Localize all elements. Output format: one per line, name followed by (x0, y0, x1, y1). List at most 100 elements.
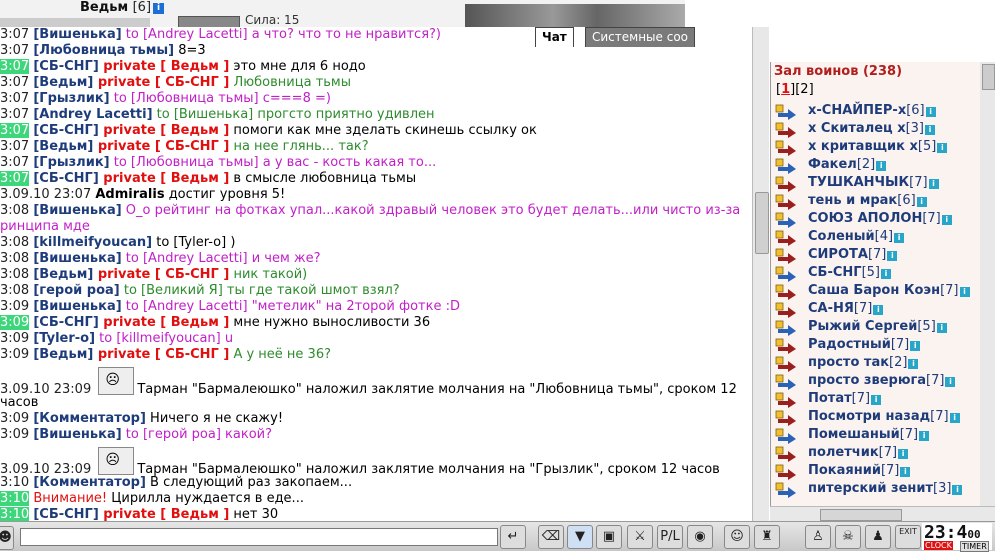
player-list-hscrollbar[interactable] (770, 506, 995, 521)
chat-nick[interactable]: [СБ-СНГ] (33, 59, 98, 74)
player-name[interactable]: x критавщик x[5] i (808, 139, 948, 154)
attack-arrow-icon[interactable] (775, 464, 797, 480)
info-icon[interactable]: i (153, 3, 165, 14)
attack-arrow-icon[interactable] (775, 320, 797, 336)
player-name[interactable]: Факел[2] i (808, 157, 887, 172)
attack-arrow-icon[interactable] (775, 176, 797, 192)
private-tag[interactable]: private [ Ведьм ] (99, 123, 229, 138)
player-name[interactable]: Рыжий Сергей[5] i (808, 319, 947, 334)
users-icon[interactable]: ♟ (865, 525, 891, 549)
player-info-icon[interactable]: i (928, 179, 939, 189)
chat-nick[interactable]: [Комментатор] (33, 475, 146, 490)
player-info-icon[interactable]: i (876, 161, 887, 171)
tab-chat[interactable]: Чат (535, 27, 574, 47)
player-name[interactable]: Соленый[4] i (808, 229, 905, 244)
player-name[interactable]: СОЮЗ АПОЛОН[7] i (808, 211, 952, 226)
eraser-icon[interactable]: ⌫ (538, 525, 564, 549)
chat-nick[interactable]: [Вишенька] (33, 251, 121, 266)
page-1-link[interactable]: 1 (781, 82, 790, 97)
chat-scrollbar[interactable] (752, 27, 769, 521)
player-name[interactable]: ТУШКАНЧЫК[7] i (808, 175, 939, 190)
attack-arrow-icon[interactable] (775, 428, 797, 444)
attack-arrow-icon[interactable] (775, 104, 797, 120)
player-name[interactable]: СБ-СНГ[5] i (808, 265, 891, 280)
attack-arrow-icon[interactable] (775, 338, 797, 354)
chat-nick[interactable]: [Ведьм] (33, 75, 93, 90)
attack-arrow-icon[interactable] (775, 392, 797, 408)
attack-arrow-icon[interactable] (775, 356, 797, 372)
private-tag[interactable]: private [ Ведьм ] (99, 315, 229, 330)
player-info-icon[interactable]: i (925, 107, 936, 117)
chat-nick[interactable]: [Вишенька] (33, 427, 121, 442)
chat-nick[interactable]: [СБ-СНГ] (33, 507, 98, 521)
player-info-icon[interactable]: i (925, 125, 935, 135)
player-name[interactable]: x-СНАЙПЕР-x[6] i (808, 103, 936, 118)
sound-icon[interactable]: ◉ (687, 525, 713, 549)
chat-nick[interactable]: [Вишенька] (33, 203, 121, 218)
player-name[interactable]: Помешаный[7] i (808, 427, 930, 442)
chat-nick[interactable]: [Грызлик] (33, 91, 109, 106)
player-info-icon[interactable]: i (959, 287, 970, 297)
player-info-icon[interactable]: i (873, 305, 884, 315)
save-icon[interactable]: ▣ (596, 525, 622, 549)
player-info-icon[interactable]: i (880, 269, 891, 279)
player-info-icon[interactable]: i (871, 395, 882, 405)
bag-icon[interactable]: ♙ (805, 525, 831, 549)
player-name[interactable]: тень и мрак[6] i (808, 193, 927, 208)
player-scroll-thumb[interactable] (982, 64, 995, 90)
chat-nick[interactable]: [Грызлик] (33, 155, 109, 170)
attack-arrow-icon[interactable] (775, 302, 797, 318)
player-name[interactable]: Посмотри назад[7] i (808, 409, 960, 424)
player-name[interactable]: Радостный[7] i (808, 337, 921, 352)
exit-button[interactable]: EXIT (895, 525, 921, 549)
clock-label[interactable]: CLOCK (924, 541, 953, 550)
chat-nick[interactable]: [Любовница тьмы] (33, 43, 174, 58)
chat-nick[interactable]: [Tyler-o] (33, 331, 95, 346)
player-info-icon[interactable]: i (937, 143, 948, 153)
player-info-icon[interactable]: i (941, 215, 952, 225)
send-icon[interactable]: ↵ (500, 525, 526, 549)
player-hscroll-thumb[interactable] (820, 509, 902, 521)
player-name[interactable]: x Скиталец x[3] i (808, 121, 935, 136)
player-name[interactable]: питерский зенит[3] i (808, 481, 963, 496)
player-info-icon[interactable]: i (916, 197, 927, 207)
player-name[interactable]: СИРОТА[7] i (808, 247, 898, 262)
chat-nick[interactable]: [СБ-СНГ] (33, 315, 98, 330)
attack-arrow-icon[interactable] (775, 248, 797, 264)
player-info-icon[interactable]: i (910, 341, 921, 351)
attack-arrow-icon[interactable] (775, 446, 797, 462)
character-name[interactable]: Ведьм [6] i (80, 0, 165, 15)
chat-nick[interactable]: [Вишенька] (33, 299, 121, 314)
fight-icon[interactable]: ⚔ (627, 525, 653, 549)
clock-widget[interactable]: 23:400 CLOCK TIMER (922, 522, 992, 552)
player-info-icon[interactable]: i (894, 233, 905, 243)
player-name[interactable]: просто так[2] i (808, 355, 919, 370)
attack-arrow-icon[interactable] (775, 194, 797, 210)
chat-nick[interactable]: [Ведьм] (33, 267, 93, 282)
private-tag[interactable]: private [ СБ-СНГ ] (93, 347, 229, 362)
chat-input[interactable] (20, 528, 498, 546)
attack-arrow-icon[interactable] (775, 410, 797, 426)
timer-label[interactable]: TIMER (960, 541, 989, 552)
private-tag[interactable]: private [ СБ-СНГ ] (93, 75, 229, 90)
attack-arrow-icon[interactable] (775, 482, 797, 498)
player-info-icon[interactable]: i (900, 467, 911, 477)
chat-nick[interactable]: [СБ-СНГ] (33, 123, 98, 138)
player-info-icon[interactable]: i (898, 449, 909, 459)
chat-nick[interactable]: [Ведьм] (33, 347, 93, 362)
player-info-icon[interactable]: i (887, 251, 898, 261)
player-name[interactable]: Покаяний[7] i (808, 463, 911, 478)
chat-nick[interactable]: [герой роа] (33, 283, 119, 298)
smile-icon[interactable]: ☺ (724, 525, 750, 549)
private-tag[interactable]: private [ СБ-СНГ ] (93, 267, 229, 282)
player-info-icon[interactable]: i (908, 359, 919, 369)
pl-icon[interactable]: P/L (657, 525, 683, 549)
tab-system[interactable]: Системные соо (585, 27, 695, 47)
helmet-icon[interactable]: ♜ (754, 525, 780, 549)
page-2-link[interactable]: 2 (800, 82, 808, 97)
attack-arrow-icon[interactable] (775, 212, 797, 228)
player-info-icon[interactable]: i (952, 485, 963, 495)
attack-arrow-icon[interactable] (775, 230, 797, 246)
chat-nick[interactable]: [Комментатор] (33, 411, 146, 426)
chat-nick[interactable]: [Ведьм] (33, 139, 93, 154)
